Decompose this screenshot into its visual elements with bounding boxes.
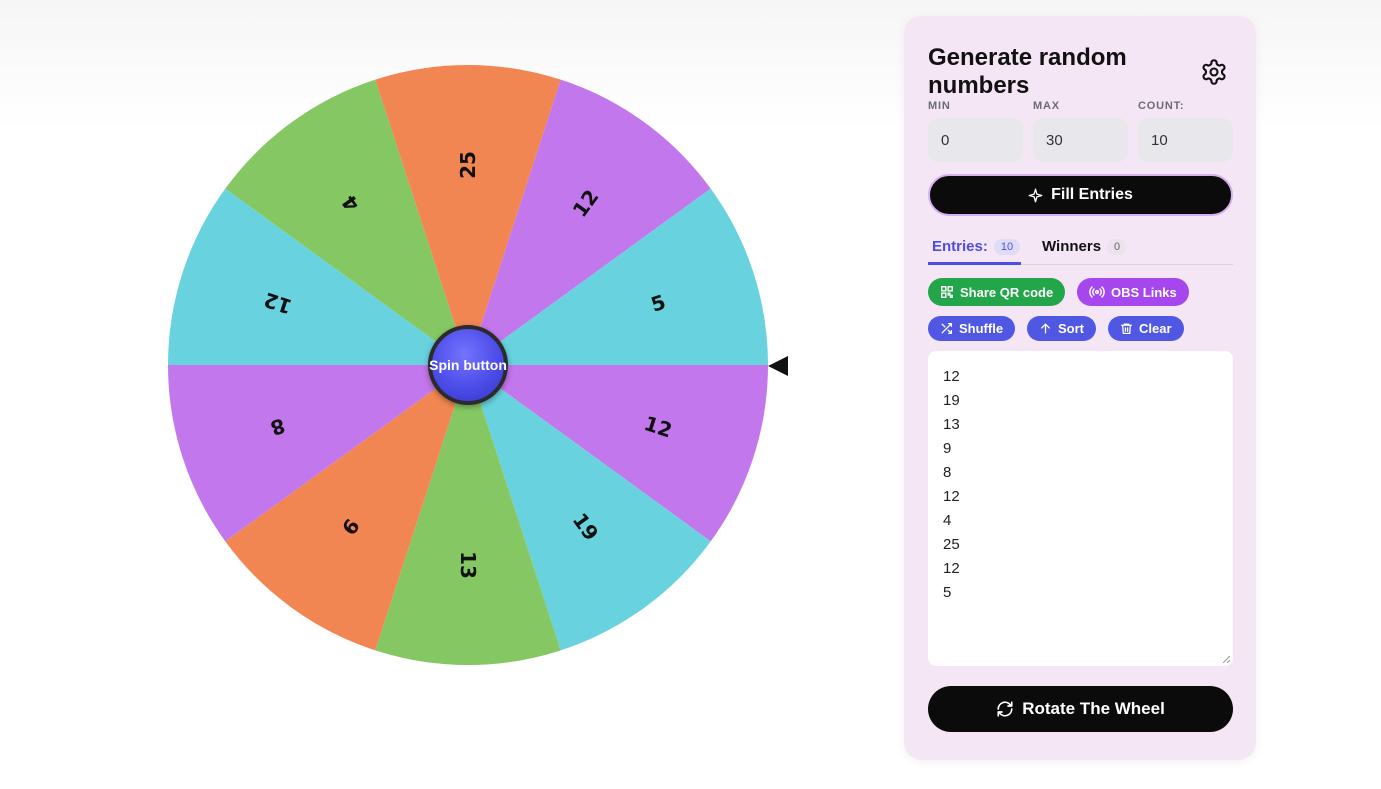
shuffle-label: Shuffle [959, 321, 1004, 336]
entry-line: 13 [943, 416, 960, 433]
refresh-icon [997, 701, 1013, 717]
share-qr-button[interactable]: Share QR code [928, 278, 1066, 306]
tab-winners[interactable]: Winners 0 [1042, 238, 1128, 264]
shuffle-button[interactable]: Shuffle [928, 316, 1016, 341]
wheel-segment-label: 13 [456, 551, 480, 579]
winners-count-badge: 0 [1107, 239, 1128, 255]
min-label: MIN [928, 100, 951, 112]
entries-count-badge: 10 [993, 239, 1021, 255]
entries-textarea[interactable]: 12 19 13 9 8 12 4 25 12 5 [928, 351, 1233, 666]
entry-line: 12 [943, 488, 960, 505]
max-label: MAX [1033, 100, 1060, 112]
obs-links-label: OBS Links [1111, 284, 1177, 300]
arrow-up-icon [1041, 323, 1050, 334]
fill-entries-label: Fill Entries [1051, 186, 1133, 203]
entry-line: 9 [943, 440, 952, 457]
rotate-wheel-button[interactable]: Rotate The Wheel [928, 686, 1233, 732]
qr-code-icon [941, 286, 953, 298]
entry-line: 4 [943, 512, 952, 529]
clear-button[interactable]: Clear [1108, 316, 1184, 341]
clear-label: Clear [1139, 321, 1172, 336]
spin-button[interactable]: Spin button [428, 325, 508, 405]
gear-icon [1202, 59, 1226, 85]
share-qr-label: Share QR code [960, 284, 1054, 300]
page-title: Generate random numbers [928, 44, 1127, 99]
tab-entries[interactable]: Entries: 10 [928, 238, 1021, 265]
entry-line: 8 [943, 464, 952, 481]
tabs: Entries: 10 Winners 0 [928, 238, 1233, 265]
sparkle-icon [1028, 188, 1043, 202]
count-input[interactable] [1138, 118, 1233, 162]
wheel-area: 12 19 13 9 8 12 4 25 12 5 Spin button [160, 56, 800, 676]
obs-links-button[interactable]: OBS Links [1077, 278, 1189, 306]
min-input[interactable] [928, 118, 1023, 162]
shuffle-icon [941, 322, 953, 335]
tab-entries-label: Entries: [932, 238, 988, 255]
count-label: COUNT: [1138, 100, 1185, 112]
entry-line: 19 [943, 392, 960, 409]
resize-handle-icon[interactable] [1222, 655, 1230, 663]
trash-icon [1120, 323, 1133, 335]
rotate-wheel-label: Rotate The Wheel [1022, 699, 1165, 718]
control-panel: Generate random numbers MIN MAX COUNT: F… [904, 16, 1256, 760]
wheel-segment-label: 25 [456, 151, 480, 179]
settings-button[interactable] [1200, 58, 1228, 86]
sort-label: Sort [1058, 321, 1084, 336]
entry-line: 12 [943, 368, 960, 385]
wheel-pointer-icon [768, 356, 788, 376]
max-input[interactable] [1033, 118, 1128, 162]
sort-button[interactable]: Sort [1027, 316, 1096, 341]
entry-line: 12 [943, 560, 960, 577]
entry-line: 5 [943, 584, 952, 601]
tab-winners-label: Winners [1042, 238, 1102, 255]
fill-entries-button[interactable]: Fill Entries [928, 174, 1233, 216]
entry-line: 25 [943, 536, 960, 553]
broadcast-icon [1089, 286, 1105, 298]
